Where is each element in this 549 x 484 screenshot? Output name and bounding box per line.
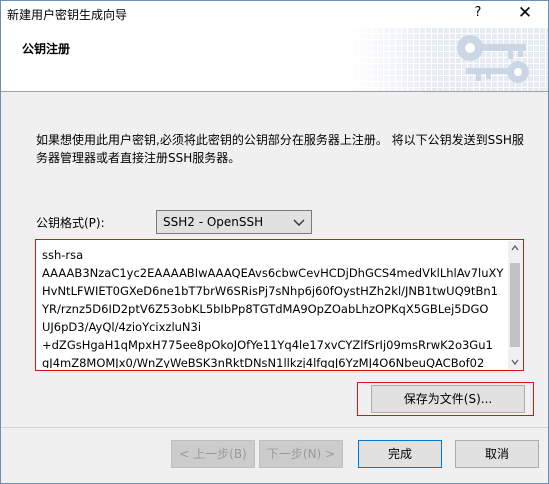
cancel-button[interactable]: 取消 [455, 440, 539, 468]
scroll-down-arrow-icon[interactable] [508, 355, 522, 369]
finish-button[interactable]: 完成 [358, 440, 442, 468]
save-to-file-button[interactable]: 保存为文件(S)... [371, 385, 525, 413]
format-selected-value: SSH2 - OpenSSH [163, 215, 264, 229]
public-key-text: ssh-rsa AAAAB3NzaC1yc2EAAAABIwAAAQEAvs6c… [42, 248, 504, 368]
help-button[interactable]: ? [468, 5, 488, 23]
header-divider [1, 91, 548, 92]
scrollbar-thumb[interactable] [510, 263, 520, 347]
page-heading: 公钥注册 [22, 42, 71, 56]
instruction-text: 如果想使用此用户密钥,必须将此密钥的公钥部分在服务器上注册。 将以下公钥发送到S… [36, 133, 524, 165]
title-bar: 新建用户密钥生成向导 ? ✕ [1, 1, 548, 28]
next-button[interactable]: 下一步(N) > [259, 440, 343, 468]
back-button[interactable]: < 上一步(B) [171, 440, 255, 468]
public-key-textarea[interactable]: ssh-rsa AAAAB3NzaC1yc2EAAAABIwAAAQEAvs6c… [35, 239, 524, 371]
wizard-window: 新建用户密钥生成向导 ? ✕ 公钥注册 如果想使用此用户密钥,必须将此密钥的公钥… [0, 0, 549, 484]
header-banner: 公钥注册 [1, 28, 548, 91]
format-label: 公钥格式(P): [36, 216, 105, 230]
vertical-scrollbar[interactable] [508, 241, 522, 369]
chevron-down-icon [293, 219, 305, 226]
key-watermark-icon [348, 28, 548, 91]
format-dropdown[interactable]: SSH2 - OpenSSH [156, 210, 312, 234]
scroll-up-arrow-icon[interactable] [508, 241, 522, 255]
footer-divider [1, 427, 548, 428]
close-button[interactable]: ✕ [510, 3, 540, 25]
window-title: 新建用户密钥生成向导 [7, 8, 128, 22]
